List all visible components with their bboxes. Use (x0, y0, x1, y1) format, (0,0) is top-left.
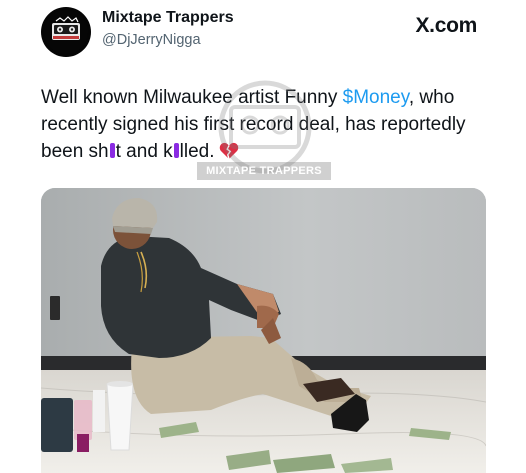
censor-bar (109, 143, 115, 158)
watermark-label: MIXTAPE TRAPPERS (197, 162, 331, 180)
cashtag-link[interactable]: $Money (343, 87, 409, 108)
x-brand-label: X.com (415, 14, 477, 37)
author-handle[interactable]: @DjJerryNigga (102, 32, 201, 48)
post-photo[interactable] (41, 188, 486, 473)
censor-bar (173, 143, 179, 158)
author-avatar[interactable] (41, 7, 91, 57)
mixtape-trappers-logo (44, 10, 88, 54)
photo-man-sitting-with-cash (41, 188, 486, 473)
author-name[interactable]: Mixtape Trappers (102, 9, 234, 27)
post-text-part: t and k (115, 141, 173, 162)
tweet-card: Mixtape Trappers @DjJerryNigga X.com Wel… (0, 0, 526, 473)
